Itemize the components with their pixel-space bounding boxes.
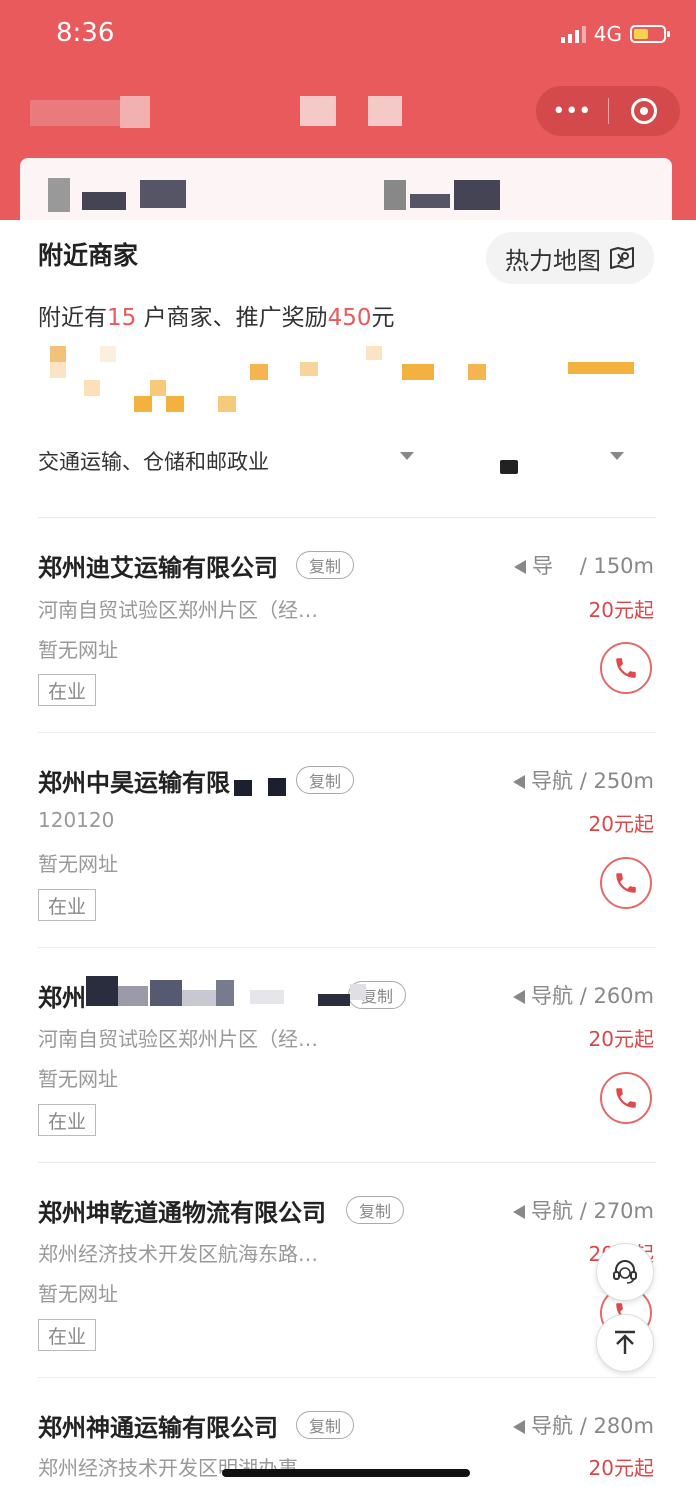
call-button[interactable] (600, 857, 652, 909)
industry-filter[interactable]: 交通运输、仓储和邮政业 (38, 446, 269, 476)
nav-label: 导航 (531, 1199, 574, 1223)
status-badge: 在业 (38, 674, 96, 706)
headset-icon (613, 1260, 637, 1284)
distance-value: 150m (593, 554, 654, 578)
distance-value: 260m (593, 984, 654, 1008)
navigation-arrow-icon (513, 1205, 526, 1219)
filter-blurred (500, 460, 518, 474)
nav-label: 导 (532, 554, 554, 578)
signal-icon (560, 25, 586, 43)
divider (38, 517, 656, 518)
navigation-distance[interactable]: 导 / 150m (514, 550, 654, 580)
status-badge: 在业 (38, 1319, 96, 1351)
map-pin-icon (610, 247, 634, 269)
merchant-address: 郑州经济技术开发区航海东路… (38, 1242, 318, 1266)
divider (38, 1162, 656, 1163)
website-label: 暂无网址 (38, 1282, 118, 1306)
divider (38, 732, 656, 733)
website-label: 暂无网址 (38, 1067, 118, 1091)
merchant-count: 15 (107, 305, 137, 331)
summary-mid: 户商家、推广奖励 (136, 305, 328, 331)
navigation-arrow-icon (513, 990, 526, 1004)
phone-icon (616, 658, 636, 678)
network-label: 4G (593, 22, 622, 46)
heatmap-label: 热力地图 (505, 246, 601, 275)
status-time: 8:36 (56, 18, 115, 48)
price-label: 20元起 (588, 812, 654, 836)
copy-button[interactable]: 复制 (296, 766, 355, 794)
close-program-button[interactable] (609, 86, 681, 136)
back-to-top-button[interactable] (596, 1314, 654, 1372)
summary-suffix: 元 (371, 305, 395, 331)
battery-icon (630, 25, 670, 43)
merchant-name: 郑州神通运输有限公司 (38, 1414, 278, 1442)
distance-separator: / (573, 1199, 594, 1223)
website-label: 暂无网址 (38, 852, 118, 876)
price-label: 20元起 (588, 598, 654, 622)
summary-prefix: 附近有 (38, 305, 107, 331)
call-button[interactable] (600, 642, 652, 694)
home-indicator[interactable] (222, 1469, 470, 1477)
status-badge: 在业 (38, 1104, 96, 1136)
call-button[interactable] (600, 1072, 652, 1124)
navigation-arrow-icon (513, 775, 526, 789)
copy-button[interactable]: 复制 (296, 1411, 355, 1439)
merchant-name: 郑州坤乾道通物流有限公司 (38, 1199, 326, 1227)
navigation-arrow-icon (513, 1420, 526, 1434)
name-blurred (268, 778, 286, 796)
website-label: 暂无网址 (38, 638, 118, 662)
divider (38, 947, 656, 948)
price-label: 20元起 (588, 1027, 654, 1051)
phone-icon (616, 873, 636, 893)
navigation-arrow-icon (514, 560, 527, 574)
merchant-address: 河南自贸试验区郑州片区（经… (38, 598, 318, 622)
chevron-down-icon[interactable] (610, 452, 624, 460)
search-bar[interactable] (20, 158, 672, 220)
merchant-name: 郑州中昊运输有限 (38, 769, 230, 797)
status-indicators: 4G (560, 22, 670, 46)
copy-button[interactable]: 复制 (346, 1196, 405, 1224)
target-icon (631, 98, 658, 124)
phone-icon (616, 1088, 636, 1108)
distance-value: 280m (593, 1414, 654, 1438)
status-badge: 在业 (38, 889, 96, 921)
navigation-distance[interactable]: 导航 / 250m (513, 765, 654, 795)
reward-amount: 450 (327, 305, 372, 331)
price-label: 20元起 (588, 1456, 654, 1480)
mini-program-capsule: ••• (536, 86, 680, 136)
nav-label: 导航 (531, 1414, 574, 1438)
more-menu-button[interactable]: ••• (536, 86, 608, 136)
nav-label: 导航 (531, 984, 574, 1008)
heatmap-button[interactable]: 热力地图 (486, 232, 654, 284)
merchant-address: 河南自贸试验区郑州片区（经… (38, 1027, 318, 1051)
navigation-distance[interactable]: 导航 / 260m (513, 980, 654, 1010)
nearby-title: 附近商家 (38, 241, 139, 270)
navigation-distance[interactable]: 导航 / 270m (513, 1195, 654, 1225)
nav-label: 导航 (531, 769, 574, 793)
merchant-name: 郑州迪艾运输有限公司 (38, 554, 278, 582)
copy-button[interactable]: 复制 (296, 551, 355, 579)
chevron-down-icon[interactable] (400, 452, 414, 460)
distance-separator: / (573, 1414, 594, 1438)
arrow-up-icon (615, 1330, 635, 1354)
distance-separator: / (573, 984, 594, 1008)
merchant-address: 120120 (38, 808, 115, 832)
distance-separator: / (573, 769, 594, 793)
navigation-distance[interactable]: 导航 / 280m (513, 1410, 654, 1440)
divider (38, 1377, 656, 1378)
ellipsis-icon: ••• (552, 98, 592, 124)
distance-separator: / (573, 554, 594, 578)
nearby-summary: 附近有15 户商家、推广奖励450元 (38, 298, 395, 332)
distance-value: 250m (593, 769, 654, 793)
distance-value: 270m (593, 1199, 654, 1223)
customer-service-button[interactable] (596, 1243, 654, 1301)
name-blurred (234, 780, 252, 796)
merchant-name: 郑州 (38, 984, 86, 1012)
